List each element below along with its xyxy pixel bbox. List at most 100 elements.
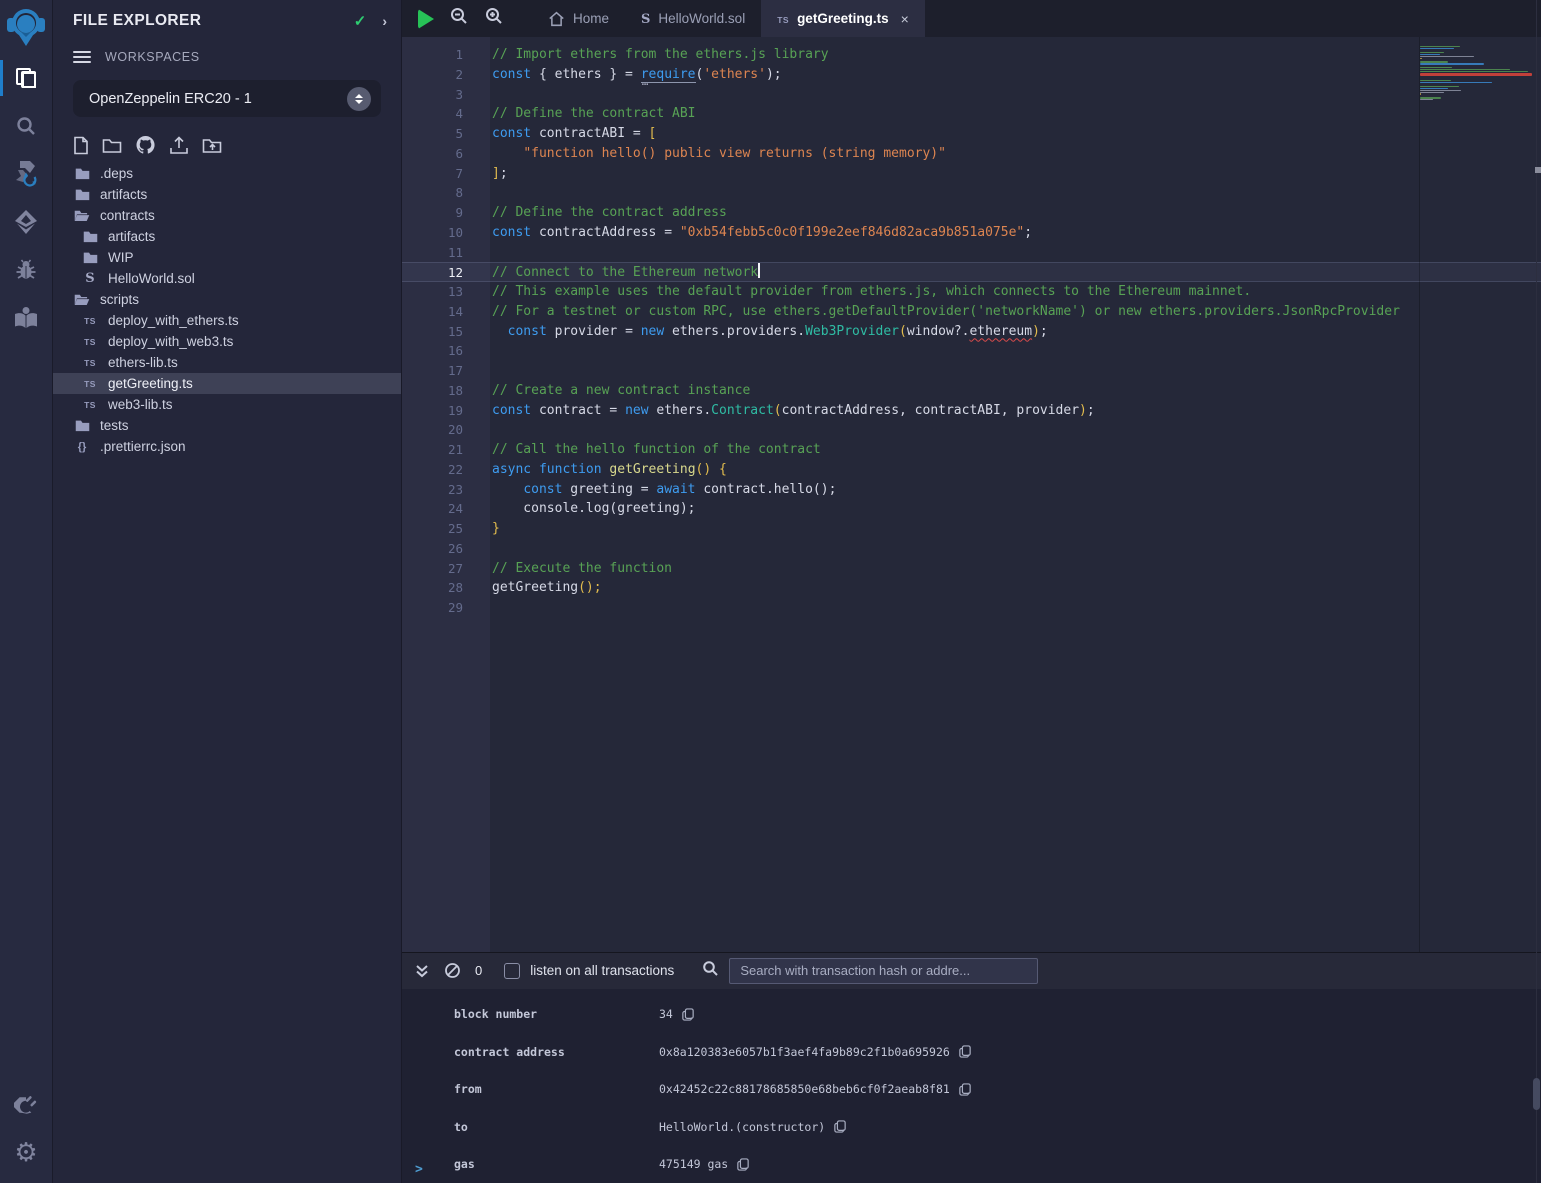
editor-minimap[interactable] — [1419, 37, 1532, 952]
token: ( — [774, 403, 782, 418]
tx-field-label: to — [454, 1120, 659, 1134]
sidebar-item-search[interactable] — [0, 102, 53, 150]
line-number: 25 — [402, 519, 463, 539]
code-line-17[interactable]: 17 — [402, 361, 1541, 381]
code-line-4[interactable]: 4// Define the contract ABI — [402, 104, 1541, 124]
tab-getgreeting-ts[interactable]: TSgetGreeting.ts× — [761, 0, 925, 37]
tab-home[interactable]: Home — [532, 0, 625, 37]
tree-item-tests[interactable]: tests — [53, 415, 401, 436]
sidebar-item-solidity-compiler[interactable] — [0, 150, 53, 198]
new-folder-icon[interactable] — [102, 137, 122, 154]
folder-icon — [73, 419, 91, 432]
tree-item--prettierrc-json[interactable]: {}.prettierrc.json — [53, 436, 401, 457]
code-line-7[interactable]: 7]; — [402, 164, 1541, 184]
code-line-12[interactable]: 12// Connect to the Ethereum network — [402, 262, 1541, 282]
sidebar-item-deploy-run[interactable] — [0, 198, 53, 246]
code-line-10[interactable]: 10const contractAddress = "0xb54febb5c0c… — [402, 223, 1541, 243]
code-line-24[interactable]: 24 console.log(greeting); — [402, 499, 1541, 519]
code-line-1[interactable]: 1// Import ethers from the ethers.js lib… — [402, 45, 1541, 65]
zoom-out-icon[interactable] — [449, 6, 469, 31]
terminal-search-input[interactable] — [729, 958, 1038, 984]
code-editor[interactable]: 1// Import ethers from the ethers.js lib… — [402, 37, 1541, 952]
copy-icon[interactable] — [737, 1158, 749, 1171]
copy-icon[interactable] — [959, 1083, 971, 1096]
code-line-3[interactable]: 3 — [402, 85, 1541, 105]
new-file-icon[interactable] — [73, 136, 89, 155]
workspace-dropdown-icon[interactable] — [347, 87, 371, 111]
tree-item-deploy-with-ethers-ts[interactable]: TSdeploy_with_ethers.ts — [53, 310, 401, 331]
code-line-6[interactable]: 6 "function hello() public view returns … — [402, 144, 1541, 164]
sidebar-item-learneth[interactable] — [0, 294, 53, 342]
code-line-5[interactable]: 5const contractABI = [ — [402, 124, 1541, 144]
sidebar-item-plugin-manager[interactable] — [0, 1081, 53, 1129]
minimap-line — [1420, 50, 1532, 51]
window-scrollbar[interactable] — [1536, 0, 1541, 1183]
code-line-14[interactable]: 14// For a testnet or custom RPC, use et… — [402, 302, 1541, 322]
tree-item-artifacts[interactable]: artifacts — [53, 184, 401, 205]
tree-item-helloworld-sol[interactable]: SHelloWorld.sol — [53, 268, 401, 289]
sidebar-item-file-explorer[interactable] — [0, 54, 53, 102]
terminal-prompt[interactable]: > — [415, 1162, 423, 1177]
workspace-select[interactable]: OpenZeppelin ERC20 - 1 — [73, 80, 381, 117]
token — [531, 462, 539, 477]
code-line-13[interactable]: 13// This example uses the default provi… — [402, 282, 1541, 302]
scrollbar-mark[interactable] — [1535, 167, 1541, 173]
code-line-28[interactable]: 28getGreeting(); — [402, 578, 1541, 598]
tree-item-deploy-with-web3-ts[interactable]: TSdeploy_with_web3.ts — [53, 331, 401, 352]
tree-item-artifacts[interactable]: artifacts — [53, 226, 401, 247]
zoom-in-icon[interactable] — [484, 6, 504, 31]
token: ; — [500, 166, 508, 181]
run-script-button[interactable] — [418, 9, 434, 29]
code-line-26[interactable]: 26 — [402, 539, 1541, 559]
search-icon — [15, 115, 37, 137]
listen-transactions-checkbox[interactable] — [504, 963, 520, 979]
code-line-23[interactable]: 23 const greeting = await contract.hello… — [402, 480, 1541, 500]
clear-console-icon[interactable] — [444, 962, 461, 979]
code-line-18[interactable]: 18// Create a new contract instance — [402, 381, 1541, 401]
tree-item--deps[interactable]: .deps — [53, 163, 401, 184]
chevron-right-icon[interactable]: › — [382, 13, 387, 29]
terminal-scrollbar-thumb[interactable] — [1533, 1078, 1540, 1110]
tab-helloworld-sol[interactable]: SHelloWorld.sol — [625, 0, 761, 37]
line-text: "function hello() public view returns (s… — [463, 144, 946, 164]
code-line-8[interactable]: 8 — [402, 183, 1541, 203]
minimap-line — [1420, 73, 1532, 76]
copy-icon[interactable] — [834, 1120, 846, 1133]
github-icon[interactable] — [135, 135, 156, 155]
tree-item-wip[interactable]: WIP — [53, 247, 401, 268]
code-line-11[interactable]: 11 — [402, 243, 1541, 263]
tree-item-web3-lib-ts[interactable]: TSweb3-lib.ts — [53, 394, 401, 415]
sidebar-item-debugger[interactable] — [0, 246, 53, 294]
copy-icon[interactable] — [959, 1045, 971, 1058]
terminal-body[interactable]: block number34contract address0x8a120383… — [402, 989, 1541, 1183]
code-line-22[interactable]: 22async function getGreeting() { — [402, 460, 1541, 480]
tree-item-scripts[interactable]: scripts — [53, 289, 401, 310]
close-icon[interactable]: × — [901, 11, 909, 27]
remix-logo[interactable] — [0, 0, 53, 54]
tree-item-getgreeting-ts[interactable]: TSgetGreeting.ts — [53, 373, 401, 394]
code-line-25[interactable]: 25} — [402, 519, 1541, 539]
code-line-2[interactable]: 2const { ethers } = require('ethers'); — [402, 65, 1541, 85]
code-line-9[interactable]: 9// Define the contract address — [402, 203, 1541, 223]
sidebar-item-settings[interactable]: ⚙ — [0, 1129, 53, 1177]
code-line-20[interactable]: 20 — [402, 420, 1541, 440]
hamburger-menu-icon[interactable] — [73, 48, 91, 66]
tree-item-ethers-lib-ts[interactable]: TSethers-lib.ts — [53, 352, 401, 373]
tree-item-contracts[interactable]: contracts — [53, 205, 401, 226]
code-line-19[interactable]: 19const contract = new ethers.Contract(c… — [402, 401, 1541, 421]
listen-transactions-label: listen on all transactions — [530, 963, 674, 978]
upload-folder-icon[interactable] — [202, 137, 222, 154]
line-number: 3 — [402, 85, 463, 105]
collapse-terminal-icon[interactable] — [414, 963, 430, 979]
tree-item-label: ethers-lib.ts — [108, 355, 178, 370]
minimap-line — [1420, 56, 1474, 57]
tree-item-label: contracts — [100, 208, 155, 223]
code-line-29[interactable]: 29 — [402, 598, 1541, 618]
copy-icon[interactable] — [682, 1008, 694, 1021]
code-line-16[interactable]: 16 — [402, 341, 1541, 361]
code-line-27[interactable]: 27// Execute the function — [402, 559, 1541, 579]
line-text — [463, 361, 492, 381]
code-line-15[interactable]: 15 const provider = new ethers.providers… — [402, 322, 1541, 342]
code-line-21[interactable]: 21// Call the hello function of the cont… — [402, 440, 1541, 460]
upload-file-icon[interactable] — [169, 136, 189, 155]
